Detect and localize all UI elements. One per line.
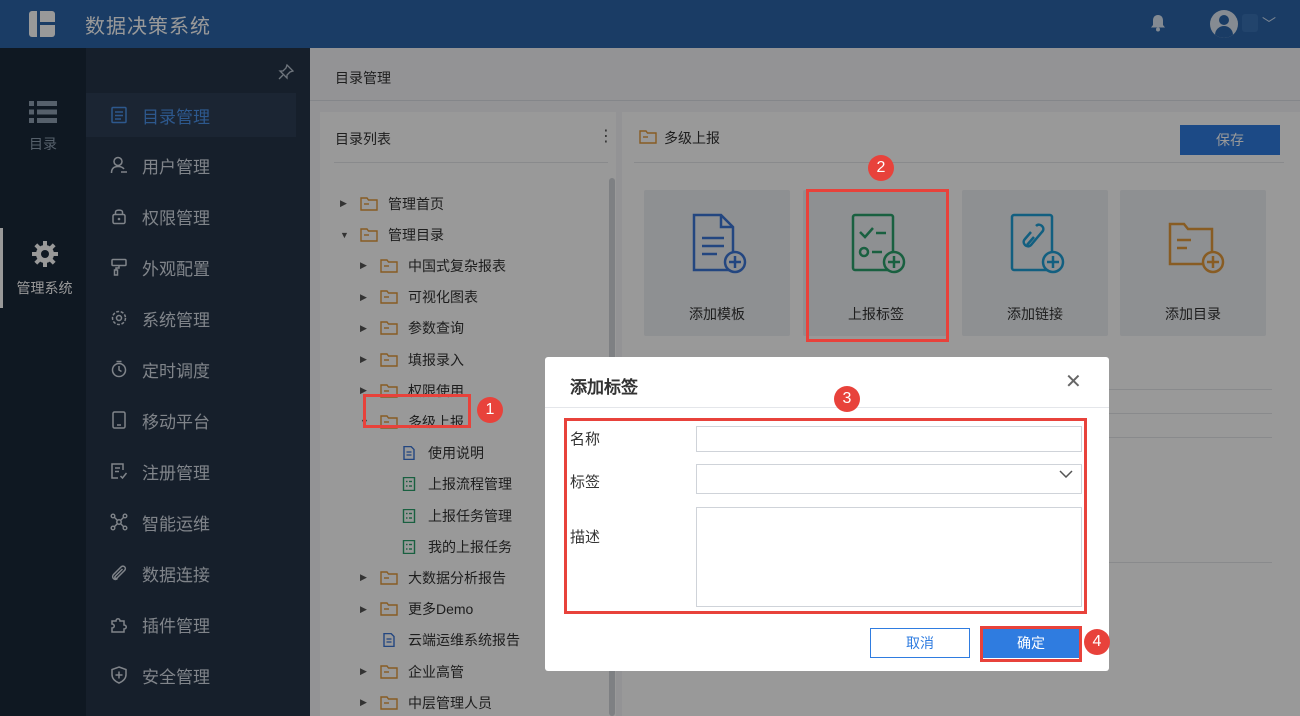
step-badge: 2 (868, 155, 894, 181)
highlight-box (564, 418, 1087, 614)
dialog-title: 添加标签 (570, 378, 638, 397)
step-badge: 1 (477, 397, 503, 423)
highlight-box (980, 626, 1082, 662)
cancel-button[interactable]: 取消 (870, 628, 970, 658)
highlight-box (806, 189, 949, 342)
highlight-box (363, 394, 471, 428)
close-icon[interactable]: ✕ (1065, 372, 1082, 392)
divider (545, 407, 1109, 408)
step-badge: 4 (1084, 629, 1110, 655)
step-badge: 3 (834, 386, 860, 412)
